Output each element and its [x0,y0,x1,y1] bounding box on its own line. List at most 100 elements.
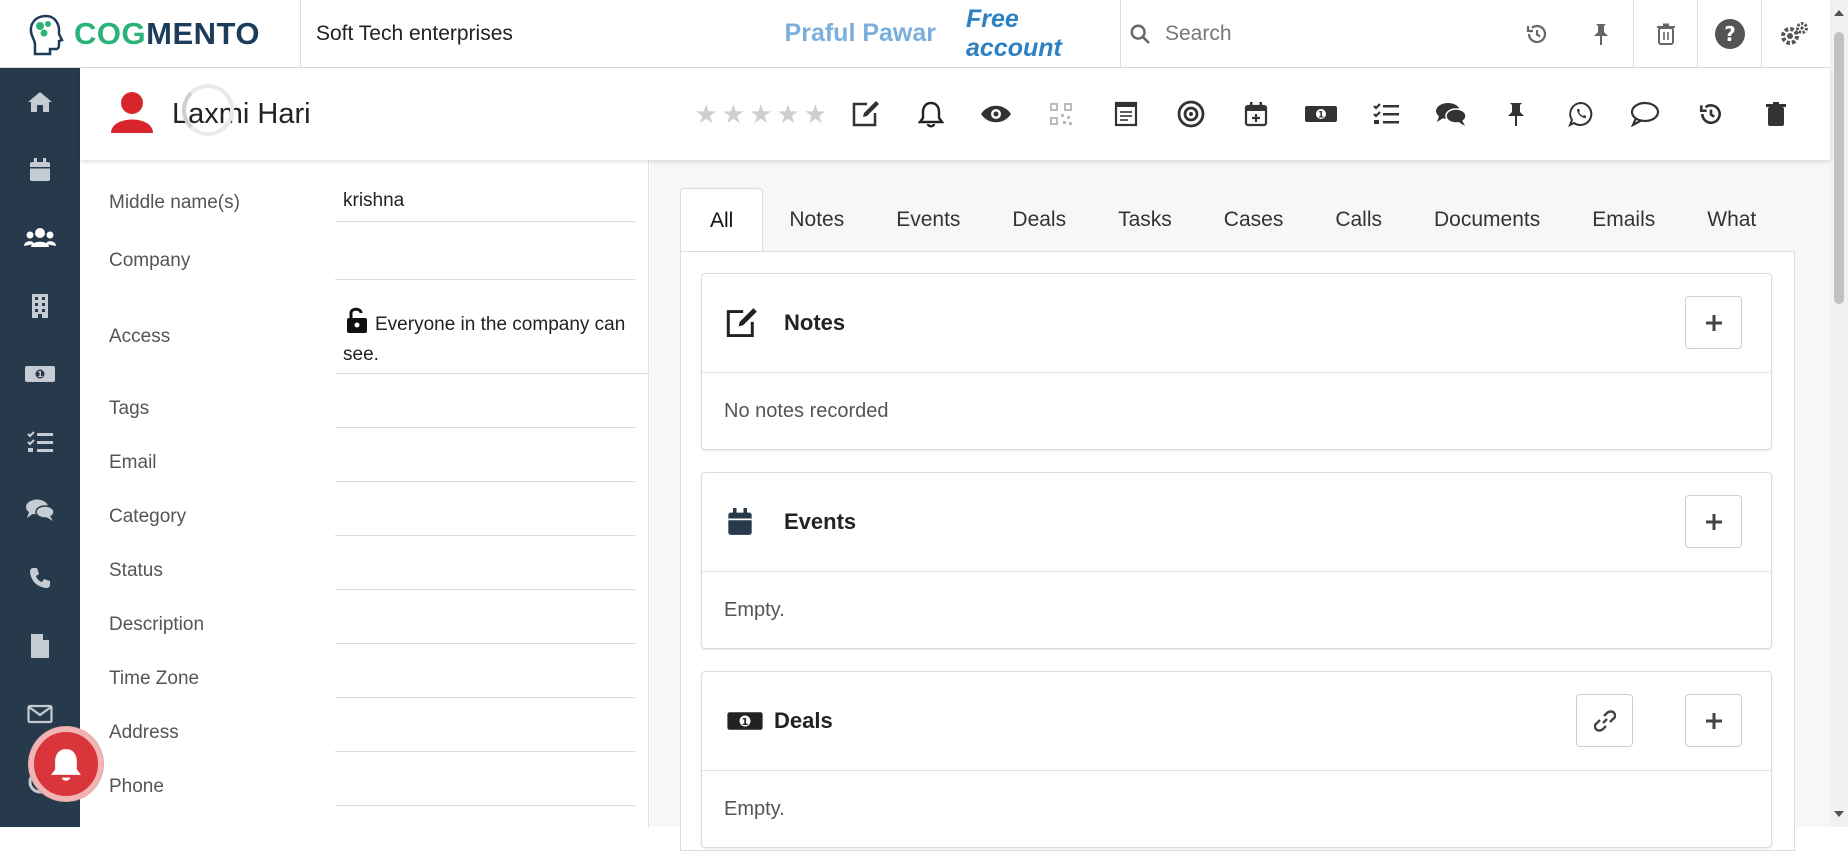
star-icon[interactable]: ★ [776,99,799,130]
tab-events[interactable]: Events [870,188,986,252]
page-scrollbar[interactable] [1830,0,1848,827]
sidebar-item-companies[interactable] [0,272,80,340]
account-type[interactable]: Free account [966,5,1106,63]
add-case-button[interactable] [1418,94,1483,134]
notification-bell-button[interactable] [29,727,103,801]
phone-icon [30,568,50,588]
field-description: Description [109,612,635,644]
top-bar: COGMENTO Soft Tech enterprises Praful Pa… [0,0,1830,68]
qrcode-button[interactable] [1028,94,1093,134]
sidebar-item-deals[interactable]: 1 [0,340,80,408]
calendar-icon [728,508,752,535]
field-time-zone: Time Zone [109,666,635,698]
tab-whatsapp[interactable]: What [1681,188,1782,252]
field-status: Status [109,558,635,590]
field-access: Access Everyone in the company can see. [109,300,657,374]
contact-header: Laxmi Hari ★ ★ ★ ★ ★ 1 [80,68,1830,160]
tab-emails[interactable]: Emails [1566,188,1681,252]
sidebar-item-cases[interactable] [0,476,80,544]
calendar-icon [30,158,50,181]
logo-text: COGMENTO [74,15,261,51]
deals-empty-text: Empty. [724,797,785,820]
document-icon [31,634,49,658]
pin-button[interactable] [1569,0,1633,68]
tab-all[interactable]: All [680,188,764,252]
sidebar-item-documents[interactable] [0,612,80,680]
access-value[interactable]: Everyone in the company can see. [335,300,657,374]
add-note-button[interactable] [1685,296,1742,349]
user-name[interactable]: Praful Pawar [761,19,936,48]
tab-documents[interactable]: Documents [1408,188,1566,252]
sidebar-item-calendar[interactable] [0,136,80,204]
trash-button[interactable] [1633,0,1697,68]
help-button[interactable]: ? [1697,0,1761,68]
field-category: Category [109,504,635,536]
add-deal-button[interactable]: 1 [1288,94,1353,134]
logo[interactable]: COGMENTO [0,0,301,68]
search-input[interactable] [1165,21,1485,46]
search-icon [1130,24,1150,44]
help-icon: ? [1714,18,1745,49]
history-button[interactable] [1505,0,1569,68]
sidebar-item-tasks[interactable] [0,408,80,476]
unlock-icon [347,307,367,333]
plus-icon [1705,712,1722,729]
field-value [335,666,635,698]
add-event-card-button[interactable] [1685,495,1742,548]
sidebar-item-calls[interactable] [0,544,80,612]
envelope-icon [27,704,53,724]
scroll-thumb[interactable] [1834,32,1844,304]
message-button[interactable] [1613,94,1678,134]
delete-contact-button[interactable] [1743,94,1808,134]
settings-button[interactable] [1761,0,1825,68]
deals-card-header: 1 Deals [702,672,1771,771]
edit-button[interactable] [833,94,898,134]
field-label: Description [109,614,205,635]
field-address: Address [109,720,635,752]
add-task-button[interactable] [1353,94,1418,134]
tab-content-all: Notes No notes recorded Events Empty. 1 [680,251,1795,851]
tab-notes[interactable]: Notes [763,188,870,252]
gears-icon [1780,21,1808,45]
money-bill-icon: 1 [727,712,763,730]
tab-tasks[interactable]: Tasks [1092,188,1198,252]
search-box[interactable] [1120,0,1505,68]
star-icon[interactable]: ★ [694,99,717,130]
building-icon [32,294,48,318]
eye-icon [980,105,1011,123]
tab-cases[interactable]: Cases [1198,188,1310,252]
scroll-down-icon[interactable] [1830,805,1848,823]
comments-icon [1435,103,1467,126]
report-button[interactable] [1093,94,1158,134]
scroll-up-icon[interactable] [1830,4,1848,22]
field-middle-name: Middle name(s) krishna [109,190,635,222]
sidebar-item-home[interactable] [0,68,80,136]
link-deal-button[interactable] [1576,694,1633,747]
tab-deals[interactable]: Deals [986,188,1092,252]
star-icon[interactable]: ★ [804,99,827,130]
field-label: Phone [109,776,164,797]
events-empty-text: Empty. [724,598,785,621]
field-value [335,396,635,428]
reminder-button[interactable] [898,94,963,134]
pin-icon [1594,23,1608,45]
add-event-button[interactable] [1223,94,1288,134]
add-deal-card-button[interactable] [1685,694,1742,747]
contact-history-button[interactable] [1678,94,1743,134]
whatsapp-button[interactable] [1548,94,1613,134]
rating-stars[interactable]: ★ ★ ★ ★ ★ [694,99,827,130]
sidebar-item-contacts[interactable] [0,204,80,272]
field-value [335,248,635,280]
notes-empty-text: No notes recorded [724,399,889,422]
pin-contact-button[interactable] [1483,94,1548,134]
deals-card: 1 Deals Empty. [701,671,1772,848]
star-icon[interactable]: ★ [749,99,772,130]
target-button[interactable] [1158,94,1223,134]
field-label: Email [109,452,157,473]
star-icon[interactable]: ★ [722,99,745,130]
watch-button[interactable] [963,94,1028,134]
bell-icon [51,749,81,781]
contact-details-panel: Middle name(s) krishna Company Access Ev… [80,160,657,827]
access-text: Everyone in the company can see. [343,314,626,365]
tab-calls[interactable]: Calls [1309,188,1408,252]
